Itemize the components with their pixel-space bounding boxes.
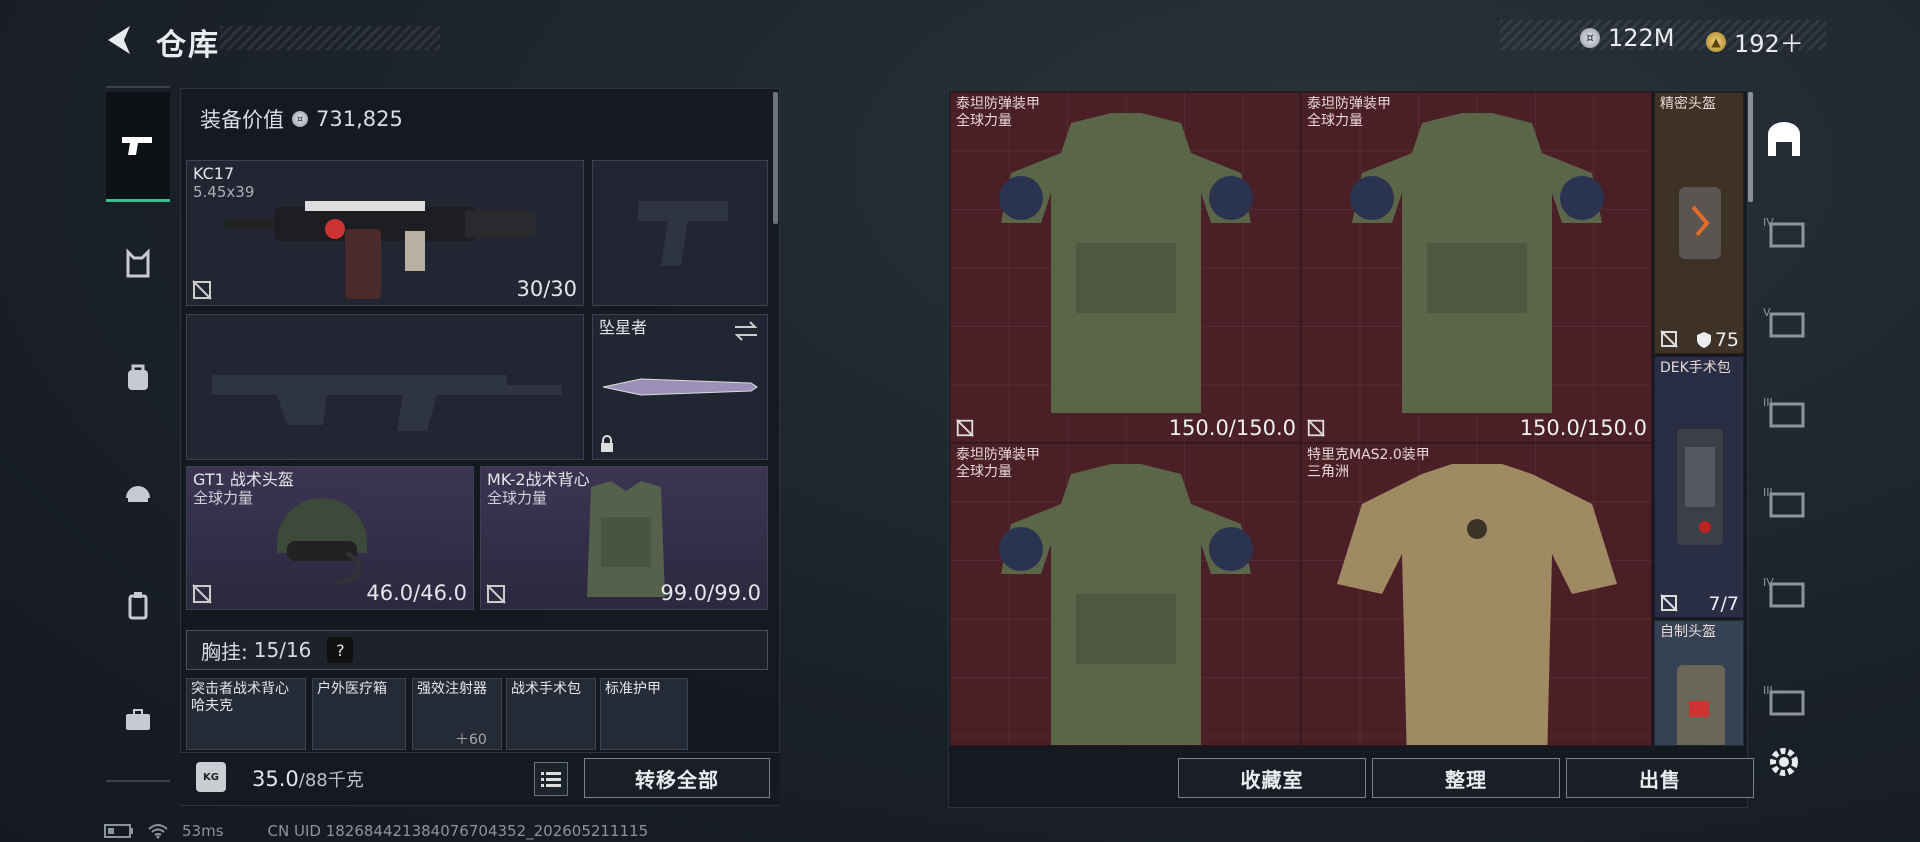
stash-item[interactable]: 泰坦防弹装甲 全球力量 (950, 443, 1301, 746)
silver-coin-icon: ¤ (1580, 28, 1600, 48)
collection-room-button[interactable]: 收藏室 (1178, 758, 1366, 798)
helmet-slot[interactable]: GT1 战术头盔 全球力量 46.0/46.0 (186, 466, 474, 610)
sort-button[interactable]: 整理 (1372, 758, 1560, 798)
stash-tab-4[interactable]: IV (1758, 204, 1810, 256)
secondary-weapon-slot-empty[interactable] (186, 314, 584, 460)
weight-readout: 35.0/88千克 (252, 767, 364, 791)
gold-coin-icon: ▲ (1706, 31, 1726, 52)
stash-tab-3c[interactable]: III (1758, 672, 1810, 724)
helmet-image (277, 498, 367, 585)
no-insurance-icon (192, 280, 212, 300)
armor-plate-icon (128, 592, 148, 620)
list-icon (541, 772, 561, 787)
category-armor[interactable] (106, 574, 170, 638)
help-icon[interactable]: ? (327, 637, 354, 663)
category-helmet-bag[interactable] (106, 346, 170, 410)
sell-button[interactable]: 出售 (1566, 758, 1754, 798)
list-view-button[interactable] (534, 762, 568, 796)
stash-item[interactable]: 特里克MAS2.0装甲 三角洲 (1301, 443, 1652, 746)
stash-item[interactable]: DEK手术包 7/7 (1654, 356, 1744, 618)
gold-currency[interactable]: ▲ 192＋ (1706, 24, 1804, 59)
rig-item[interactable]: 户外医疗箱 (312, 678, 406, 750)
lock-icon (601, 435, 613, 452)
category-helmet[interactable] (106, 460, 170, 524)
no-insurance-icon (192, 584, 212, 604)
rig-item[interactable]: 突击者战术背心 哈夫克 (186, 678, 306, 750)
stash-item[interactable]: 精密头盔 75 (1654, 92, 1744, 354)
rifle-image (225, 201, 535, 299)
rig-item[interactable]: 强效注射器 ＋60 (412, 678, 502, 750)
status-bar: 53ms CN UID 1826844213840767043​52_20260… (104, 822, 648, 840)
stash-tab-main[interactable] (1758, 114, 1810, 166)
stash-tab-4b[interactable]: IV (1758, 564, 1810, 616)
category-divider (106, 86, 170, 88)
no-insurance-icon (486, 584, 506, 604)
helmet-image (1677, 665, 1725, 745)
rifle-silhouette-icon (212, 375, 562, 431)
sidearm-slot-empty[interactable] (592, 160, 768, 306)
settings-button[interactable] (1758, 736, 1810, 788)
shield-icon (1696, 332, 1711, 348)
battery-icon (104, 824, 133, 838)
chest-rig-header[interactable]: 胸挂: 15/16 ? (186, 630, 768, 670)
silver-currency[interactable]: ¤ 122M (1580, 24, 1675, 52)
helmet-image (1679, 187, 1721, 259)
primary-weapon-slot[interactable]: KC17 5.45x39 30/30 (186, 160, 584, 306)
no-insurance-icon (1307, 419, 1325, 437)
silver-coin-icon: ¤ (292, 111, 308, 127)
page-title: 仓库 (156, 28, 220, 63)
no-insurance-icon (1660, 594, 1678, 612)
helmet-icon (126, 486, 150, 502)
loadout-scrollbar[interactable] (773, 92, 778, 224)
armor-image (999, 113, 1253, 413)
title-stripe-decoration (220, 26, 440, 50)
armor-image (1337, 464, 1617, 745)
rig-item[interactable]: 战术手术包 (506, 678, 596, 750)
armor-image (999, 464, 1253, 745)
weight-icon: KG (196, 762, 226, 792)
stash-tab-5[interactable]: V (1758, 294, 1810, 346)
wifi-icon (148, 824, 168, 839)
briefcase-icon (126, 709, 150, 730)
backpack-icon (128, 364, 148, 390)
vest-image (587, 481, 665, 597)
no-insurance-icon (956, 419, 974, 437)
transfer-all-button[interactable]: 转移全部 (584, 758, 770, 798)
pistol-silhouette-icon (638, 201, 728, 266)
stash-item[interactable]: 自制头盔 (1654, 620, 1744, 746)
storage-tier-5-icon: V (1763, 306, 1805, 338)
stash-scrollbar[interactable] (1748, 92, 1753, 202)
storage-tier-4-icon: IV (1763, 216, 1805, 248)
blade-image (602, 378, 758, 396)
stash-item[interactable]: 泰坦防弹装甲 全球力量 150.0/150.0 (1301, 92, 1652, 443)
category-divider (106, 780, 170, 782)
stash-tab-3b[interactable]: III (1758, 474, 1810, 526)
storage-tier-3-icon: III (1763, 396, 1805, 428)
equipment-value: 装备价值 ¤ 731,825 (200, 107, 403, 132)
category-vest[interactable] (106, 232, 170, 296)
swap-icon[interactable] (733, 321, 759, 341)
storage-tier-3-icon: III (1763, 486, 1805, 518)
body-armor-slot[interactable]: MK-2战术背心 全球力量 99.0/99.0 (480, 466, 768, 610)
rig-item[interactable]: 标准护甲 (600, 678, 688, 750)
gear-icon (1770, 748, 1798, 776)
category-weapons[interactable] (106, 92, 170, 202)
back-arrow-icon[interactable] (100, 20, 140, 60)
melee-slot[interactable]: 坠星者 (592, 314, 768, 460)
storage-tier-3-icon: III (1763, 684, 1805, 716)
category-case[interactable] (106, 688, 170, 752)
stash-tab-3a[interactable]: III (1758, 384, 1810, 436)
warehouse-icon (1768, 122, 1800, 156)
no-insurance-icon (1660, 330, 1678, 348)
pistol-icon (122, 136, 152, 155)
storage-tier-4-icon: IV (1763, 576, 1805, 608)
surgery-kit-image (1677, 429, 1723, 545)
armor-image (1350, 113, 1604, 413)
vest-icon (126, 248, 150, 278)
stash-item[interactable]: 泰坦防弹装甲 全球力量 150.0/150.0 (950, 92, 1301, 443)
